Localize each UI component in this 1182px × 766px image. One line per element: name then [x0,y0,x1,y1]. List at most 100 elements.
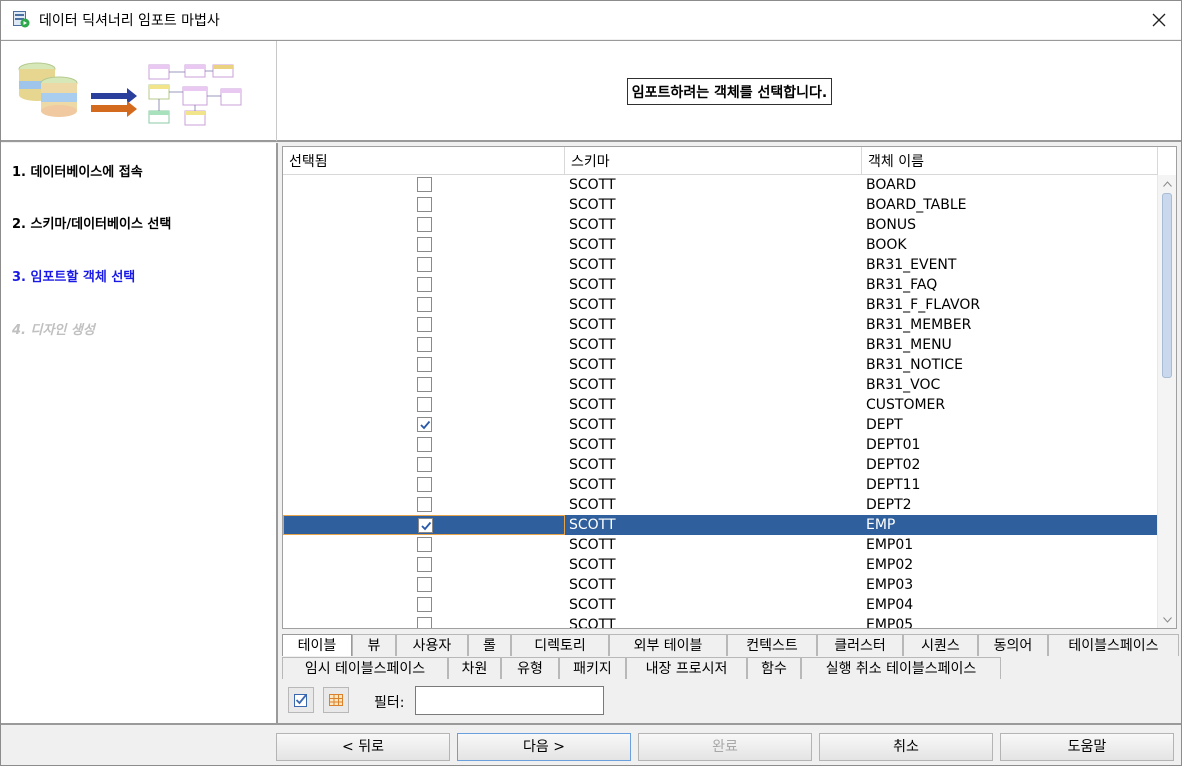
row-select-cell[interactable] [283,235,565,255]
column-header-schema[interactable]: 스키마 [565,147,862,175]
table-row[interactable]: SCOTT EMP05 [283,615,1158,628]
table-row[interactable]: SCOTT DEPT02 [283,455,1158,475]
tab-tabs_row2-0[interactable]: 임시 테이블스페이스 [282,657,448,679]
tab-tabs_row1-6[interactable]: 컨텍스트 [727,634,817,656]
row-checkbox[interactable] [417,617,432,628]
cancel-button[interactable]: 취소 [819,733,993,761]
row-checkbox[interactable] [417,357,432,372]
tab-tabs_row2-6[interactable]: 실행 취소 테이블스페이스 [801,657,1001,679]
row-select-cell[interactable] [283,295,565,315]
row-checkbox[interactable] [418,518,433,533]
row-select-cell[interactable] [283,195,565,215]
table-row[interactable]: SCOTT CUSTOMER [283,395,1158,415]
row-select-cell[interactable] [283,275,565,295]
tab-tabs_row1-10[interactable]: 테이블스페이스 [1048,634,1179,656]
row-select-cell[interactable] [283,455,565,475]
filter-input[interactable] [415,686,604,715]
table-row[interactable]: SCOTT DEPT11 [283,475,1158,495]
object-grid[interactable]: 선택됨 스키마 객체 이름 SCOTT BOARD SCOTT BOARD_TABLE… [282,146,1177,629]
row-select-cell[interactable] [283,535,565,555]
tab-tabs_row2-3[interactable]: 패키지 [559,657,626,679]
table-row[interactable]: SCOTT BOARD_TABLE [283,195,1158,215]
scroll-down-button[interactable] [1158,611,1176,628]
tab-tabs_row1-9[interactable]: 동의어 [978,634,1048,656]
row-select-cell[interactable] [283,355,565,375]
table-row[interactable]: SCOTT EMP04 [283,595,1158,615]
row-checkbox[interactable] [417,397,432,412]
tab-tabs_row1-2[interactable]: 사용자 [396,634,468,656]
table-row[interactable]: SCOTT DEPT01 [283,435,1158,455]
scroll-up-button[interactable] [1158,175,1176,192]
tab-tabs_row2-2[interactable]: 유형 [501,657,559,679]
tab-tabs_row2-5[interactable]: 함수 [747,657,801,679]
table-row[interactable]: SCOTT DEPT [283,415,1158,435]
table-row[interactable]: SCOTT BOARD [283,175,1158,195]
row-select-cell[interactable] [283,555,565,575]
column-header-selected[interactable]: 선택됨 [283,147,565,175]
tab-tabs_row1-8[interactable]: 시퀀스 [903,634,978,656]
table-row[interactable]: SCOTT BONUS [283,215,1158,235]
row-checkbox[interactable] [417,557,432,572]
row-select-cell[interactable] [283,375,565,395]
row-select-cell[interactable] [283,435,565,455]
table-row[interactable]: SCOTT EMP02 [283,555,1158,575]
row-checkbox[interactable] [417,337,432,352]
row-checkbox[interactable] [417,377,432,392]
close-button[interactable] [1137,1,1181,39]
column-header-object-name[interactable]: 객체 이름 [862,147,1158,175]
row-select-cell[interactable] [283,215,565,235]
table-row[interactable]: SCOTT BR31_FAQ [283,275,1158,295]
row-checkbox[interactable] [417,577,432,592]
table-row[interactable]: SCOTT EMP03 [283,575,1158,595]
vertical-scrollbar[interactable] [1157,175,1176,628]
row-checkbox[interactable] [417,437,432,452]
help-button[interactable]: 도움말 [1000,733,1174,761]
row-select-cell[interactable] [283,175,565,195]
row-checkbox[interactable] [417,497,432,512]
tab-tabs_row1-3[interactable]: 롤 [468,634,511,656]
tab-tabs_row2-4[interactable]: 내장 프로시저 [626,657,747,679]
row-select-cell[interactable] [283,315,565,335]
row-select-cell[interactable] [283,335,565,355]
table-row[interactable]: SCOTT BR31_NOTICE [283,355,1158,375]
select-all-button[interactable] [288,687,314,713]
tab-tabs_row1-0[interactable]: 테이블 [282,634,352,656]
row-select-cell[interactable] [283,495,565,515]
row-select-cell[interactable] [283,475,565,495]
row-checkbox[interactable] [417,597,432,612]
table-row[interactable]: SCOTT BR31_F_FLAVOR [283,295,1158,315]
row-checkbox[interactable] [417,177,432,192]
row-checkbox[interactable] [417,197,432,212]
table-row[interactable]: SCOTT BR31_EVENT [283,255,1158,275]
row-select-cell[interactable] [283,415,565,435]
tab-tabs_row1-7[interactable]: 클러스터 [817,634,903,656]
row-checkbox[interactable] [417,277,432,292]
table-row[interactable]: SCOTT EMP01 [283,535,1158,555]
tab-tabs_row1-1[interactable]: 뷰 [352,634,396,656]
row-checkbox[interactable] [417,417,432,432]
deselect-all-button[interactable] [323,687,349,713]
row-select-cell[interactable] [283,515,565,535]
row-select-cell[interactable] [283,255,565,275]
row-checkbox[interactable] [417,237,432,252]
table-row[interactable]: SCOTT DEPT2 [283,495,1158,515]
next-button[interactable]: 다음 > [457,733,631,761]
row-select-cell[interactable] [283,595,565,615]
back-button[interactable]: < 뒤로 [276,733,450,761]
tab-tabs_row1-4[interactable]: 디렉토리 [511,634,609,656]
table-row[interactable]: SCOTT BOOK [283,235,1158,255]
row-checkbox[interactable] [417,297,432,312]
row-select-cell[interactable] [283,575,565,595]
table-row[interactable]: SCOTT EMP [283,515,1158,535]
table-row[interactable]: SCOTT BR31_VOC [283,375,1158,395]
row-checkbox[interactable] [417,477,432,492]
table-row[interactable]: SCOTT BR31_MEMBER [283,315,1158,335]
row-select-cell[interactable] [283,395,565,415]
row-select-cell[interactable] [283,615,565,628]
finish-button[interactable]: 완료 [638,733,812,761]
row-checkbox[interactable] [417,317,432,332]
row-checkbox[interactable] [417,457,432,472]
table-row[interactable]: SCOTT BR31_MENU [283,335,1158,355]
row-checkbox[interactable] [417,217,432,232]
scrollbar-thumb[interactable] [1162,193,1172,378]
